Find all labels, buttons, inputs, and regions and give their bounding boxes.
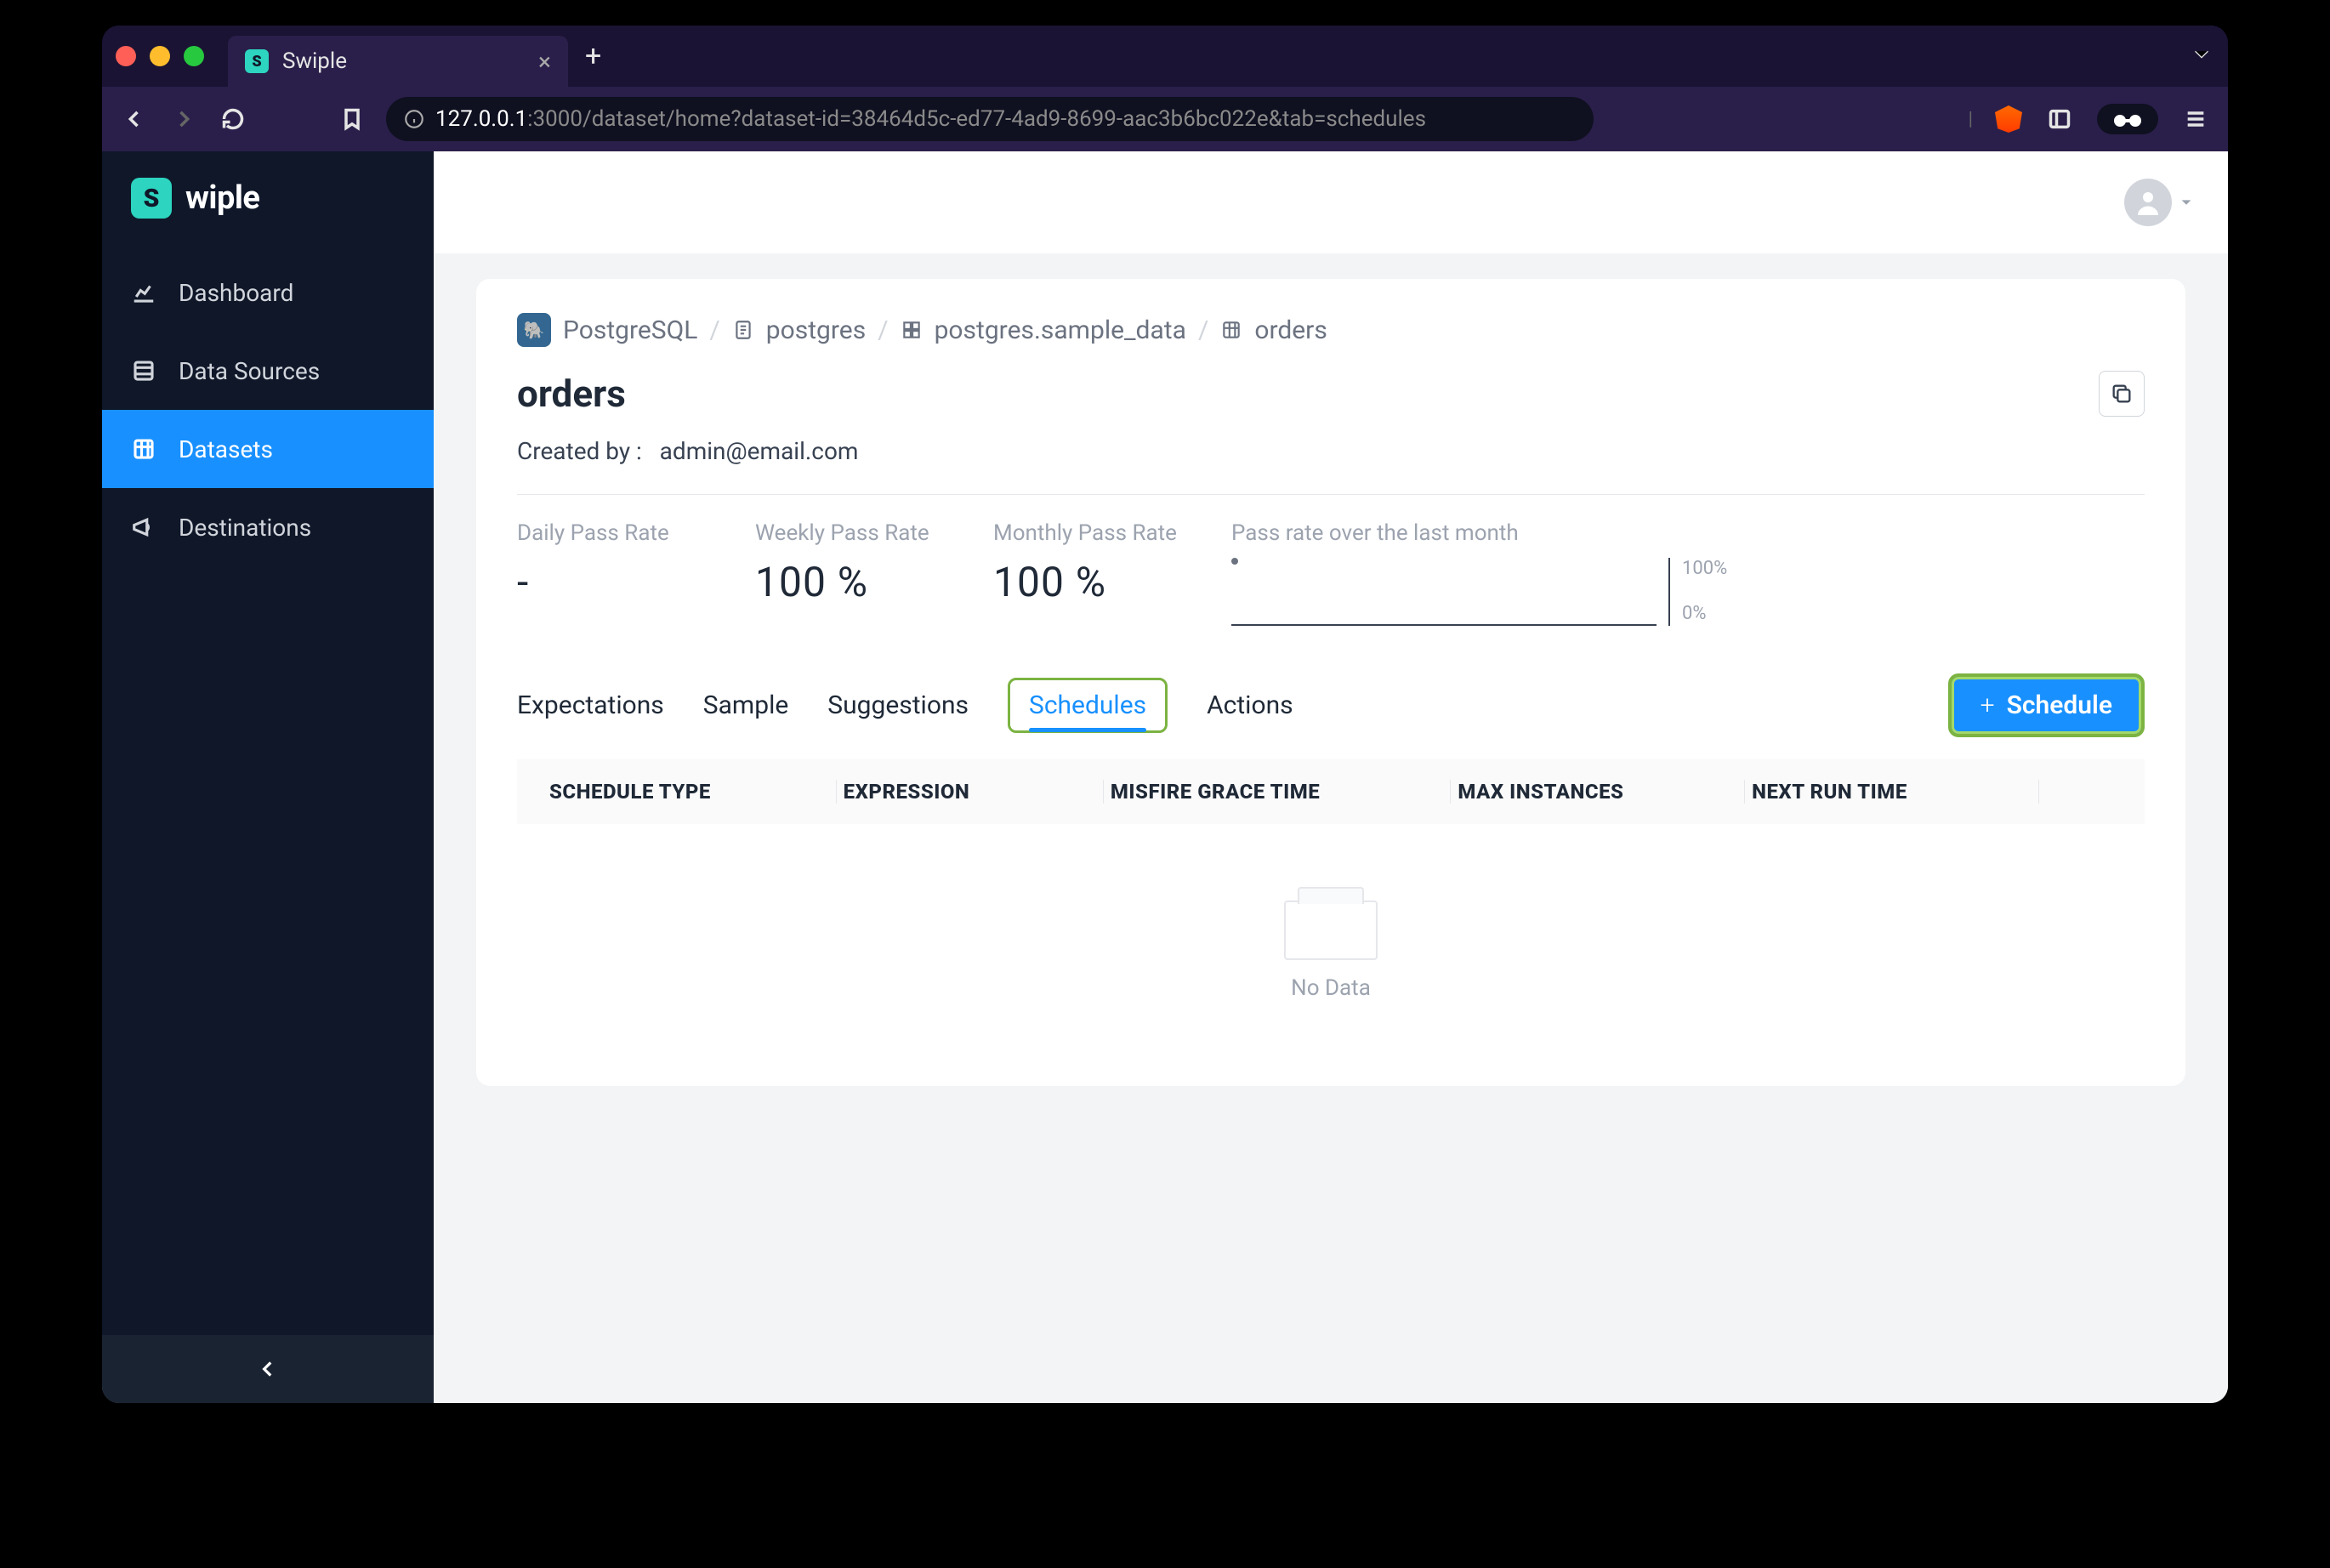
url-host: 127.0.0.1:3000/dataset/home?dataset-id=3…: [435, 106, 1426, 132]
app: wiple Dashboard Data Sources Datasets D: [102, 151, 2228, 1403]
copy-icon: [2110, 382, 2134, 406]
back-button[interactable]: [119, 104, 150, 134]
divider: [517, 494, 2145, 495]
stat-daily: Daily Pass Rate -: [517, 520, 704, 606]
forward-button[interactable]: [168, 104, 199, 134]
chart-y-ticks: 100% 0%: [1682, 558, 1727, 626]
breadcrumb-table[interactable]: orders: [1254, 315, 1327, 345]
user-menu[interactable]: [2124, 179, 2194, 226]
th-max-instances[interactable]: MAX INSTANCES: [1451, 780, 1745, 804]
sidebar-item-label: Dashboard: [179, 279, 293, 307]
sidebar-collapse-button[interactable]: [102, 1335, 434, 1403]
sidebar-item-destinations[interactable]: Destinations: [102, 488, 434, 566]
plus-icon: +: [1980, 690, 1995, 720]
caret-down-icon: [2179, 195, 2194, 210]
add-schedule-button[interactable]: + Schedule: [1948, 673, 2145, 737]
sidebar-item-datasets[interactable]: Datasets: [102, 410, 434, 488]
minimize-window-button[interactable]: [150, 46, 170, 66]
schedules-table: SCHEDULE TYPE EXPRESSION MISFIRE GRACE T…: [517, 759, 2145, 1052]
sidebar-item-label: Datasets: [179, 435, 273, 463]
private-mode-icon[interactable]: [2097, 104, 2158, 134]
th-actions: [2039, 780, 2119, 804]
th-schedule-type[interactable]: SCHEDULE TYPE: [543, 780, 837, 804]
avatar-icon: [2124, 179, 2172, 226]
copy-button[interactable]: [2099, 371, 2145, 417]
tab-favicon: [245, 49, 269, 73]
close-window-button[interactable]: [116, 46, 136, 66]
brand-logo-icon: [131, 178, 172, 219]
stat-weekly: Weekly Pass Rate 100 %: [755, 520, 942, 606]
chart-line-icon: [131, 280, 156, 305]
dataset-card: 🐘 PostgreSQL / postgres / postgres.sampl…: [476, 279, 2185, 1086]
tab-sample[interactable]: Sample: [703, 682, 789, 729]
tabs-dropdown-button[interactable]: [2189, 42, 2214, 71]
table-icon: [1220, 319, 1242, 341]
tab-expectations[interactable]: Expectations: [517, 682, 664, 729]
table-header: SCHEDULE TYPE EXPRESSION MISFIRE GRACE T…: [517, 759, 2145, 824]
breadcrumb-db[interactable]: postgres: [766, 315, 866, 345]
reload-button[interactable]: [218, 104, 248, 134]
brand[interactable]: wiple: [102, 151, 434, 245]
browser-window: Swiple × + 127.0.0.1:3000/dataset/home?d…: [102, 26, 2228, 1403]
empty-box-icon: [1284, 900, 1378, 960]
brand-text: wiple: [185, 179, 259, 217]
main: 🐘 PostgreSQL / postgres / postgres.sampl…: [434, 151, 2228, 1403]
breadcrumb-schema[interactable]: postgres.sample_data: [935, 315, 1186, 345]
sidebar-item-label: Destinations: [179, 514, 311, 542]
breadcrumb-source[interactable]: PostgreSQL: [563, 315, 697, 345]
table-icon: [131, 436, 156, 462]
tab-title: Swiple: [282, 48, 525, 74]
browser-toolbar: 127.0.0.1:3000/dataset/home?dataset-id=3…: [102, 87, 2228, 151]
bookmark-button[interactable]: [337, 104, 367, 134]
new-tab-button[interactable]: +: [585, 39, 601, 73]
chevron-left-icon: [257, 1358, 279, 1380]
sidebar-item-data-sources[interactable]: Data Sources: [102, 332, 434, 410]
megaphone-icon: [131, 514, 156, 540]
file-icon: [732, 319, 754, 341]
brave-shields-icon[interactable]: [1995, 105, 2022, 133]
th-misfire[interactable]: MISFIRE GRACE TIME: [1104, 780, 1452, 804]
sidebar: wiple Dashboard Data Sources Datasets D: [102, 151, 434, 1403]
chart-area: [1231, 558, 1657, 626]
tab-schedules[interactable]: Schedules: [1008, 678, 1168, 733]
th-expression[interactable]: EXPRESSION: [837, 780, 1104, 804]
th-next-run[interactable]: NEXT RUN TIME: [1745, 780, 2039, 804]
stat-monthly: Monthly Pass Rate 100 %: [993, 520, 1180, 606]
chart-data-point: [1231, 558, 1238, 565]
grid-icon: [901, 319, 923, 341]
stats-row: Daily Pass Rate - Weekly Pass Rate 100 %…: [517, 520, 2145, 626]
window-controls: [116, 46, 204, 66]
address-bar[interactable]: 127.0.0.1:3000/dataset/home?dataset-id=3…: [386, 97, 1594, 141]
breadcrumb: 🐘 PostgreSQL / postgres / postgres.sampl…: [517, 313, 2145, 347]
topbar: [434, 151, 2228, 253]
hamburger-menu-button[interactable]: [2180, 104, 2211, 134]
postgres-icon: 🐘: [517, 313, 551, 347]
sidebar-item-label: Data Sources: [179, 357, 320, 385]
toolbar-right: |: [1969, 104, 2211, 134]
empty-state: No Data: [517, 824, 2145, 1052]
tab-actions[interactable]: Actions: [1207, 682, 1293, 729]
pass-rate-chart: Pass rate over the last month 100% 0%: [1231, 520, 2145, 626]
page-title: orders: [517, 372, 626, 416]
maximize-window-button[interactable]: [184, 46, 204, 66]
tab-bar: Swiple × +: [102, 26, 2228, 87]
toolbar-separator: |: [1969, 109, 1973, 130]
sidebar-toggle-button[interactable]: [2044, 104, 2075, 134]
database-icon: [131, 358, 156, 383]
created-by: Created by : admin@email.com: [517, 437, 2145, 465]
browser-tab[interactable]: Swiple ×: [228, 36, 568, 87]
tab-suggestions[interactable]: Suggestions: [827, 682, 969, 729]
info-icon: [403, 108, 425, 130]
sidebar-item-dashboard[interactable]: Dashboard: [102, 253, 434, 332]
tabs: Expectations Sample Suggestions Schedule…: [517, 678, 1293, 733]
close-tab-icon[interactable]: ×: [538, 48, 551, 76]
